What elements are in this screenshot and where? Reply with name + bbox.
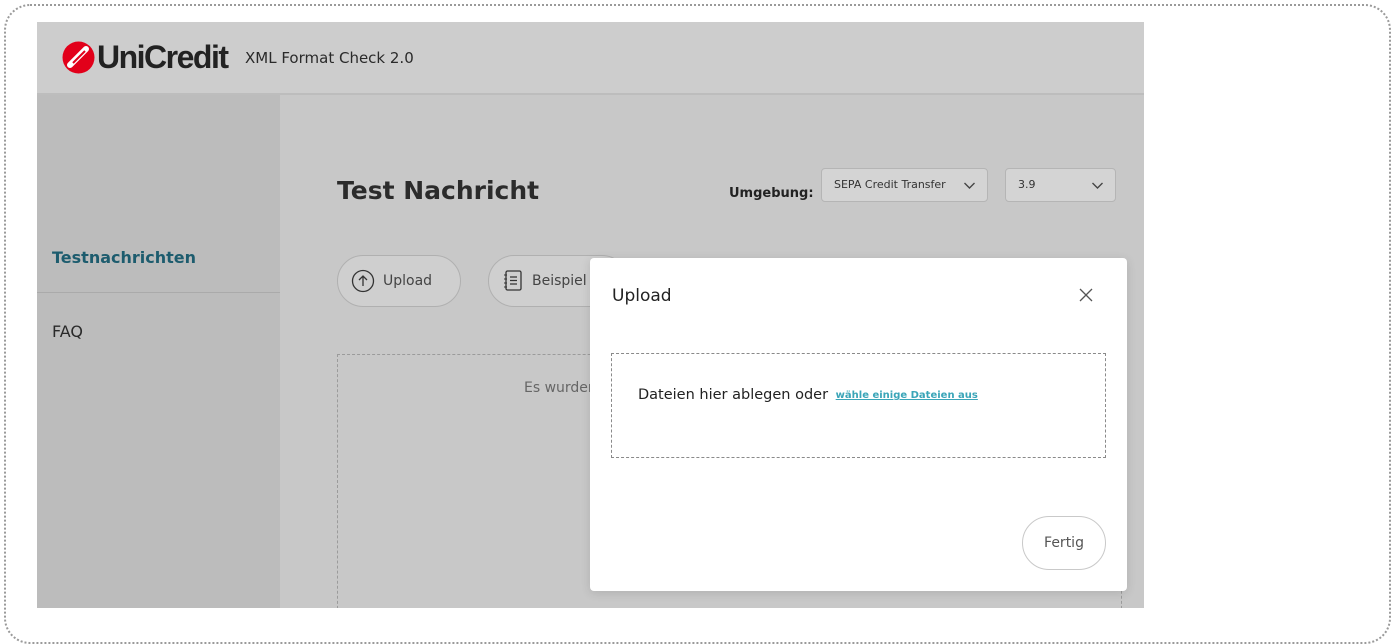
version-select[interactable]: 3.9 <box>1005 168 1116 202</box>
brand-name: UniCredit <box>97 39 229 75</box>
upload-modal: Upload Dateien hier ablegen oder wähle e… <box>590 258 1127 591</box>
top-bar: UniCredit XML Format Check 2.0 <box>37 22 1144 95</box>
done-button[interactable]: Fertig <box>1022 516 1106 570</box>
sidebar-item-faq[interactable]: FAQ <box>37 322 280 341</box>
sidebar: Testnachrichten FAQ <box>37 95 280 608</box>
document-list-icon <box>504 270 522 291</box>
file-dropzone[interactable]: Dateien hier ablegen oder wähle einige D… <box>611 353 1106 458</box>
chevron-down-icon <box>964 182 975 189</box>
version-select-value: 3.9 <box>1018 178 1036 191</box>
unicredit-logo[interactable]: UniCredit <box>62 39 229 76</box>
upload-button-label: Upload <box>383 273 433 289</box>
upload-button[interactable]: Upload <box>337 255 461 307</box>
environment-label: Umgebung: <box>729 186 814 201</box>
unicredit-logo-mark-icon <box>62 41 95 74</box>
environment-select[interactable]: SEPA Credit Transfer <box>821 168 988 202</box>
page-title: Test Nachricht <box>337 176 540 205</box>
dropzone-text: Dateien hier ablegen oder wähle einige D… <box>638 387 978 403</box>
choose-files-link[interactable]: wähle einige Dateien aus <box>836 390 978 401</box>
example-button-label: Beispiel <box>532 273 587 289</box>
dropzone-instruction: Dateien hier ablegen oder <box>638 387 829 403</box>
chevron-down-icon <box>1092 182 1103 189</box>
app-title: XML Format Check 2.0 <box>245 49 414 67</box>
sidebar-item-testnachrichten[interactable]: Testnachrichten <box>37 248 280 267</box>
upload-arrow-icon <box>351 269 375 293</box>
modal-title: Upload <box>612 286 672 306</box>
environment-select-value: SEPA Credit Transfer <box>834 178 946 191</box>
background-dropzone-text: Es wurden <box>524 380 597 396</box>
sidebar-divider <box>37 292 280 293</box>
close-icon[interactable] <box>1078 287 1094 303</box>
